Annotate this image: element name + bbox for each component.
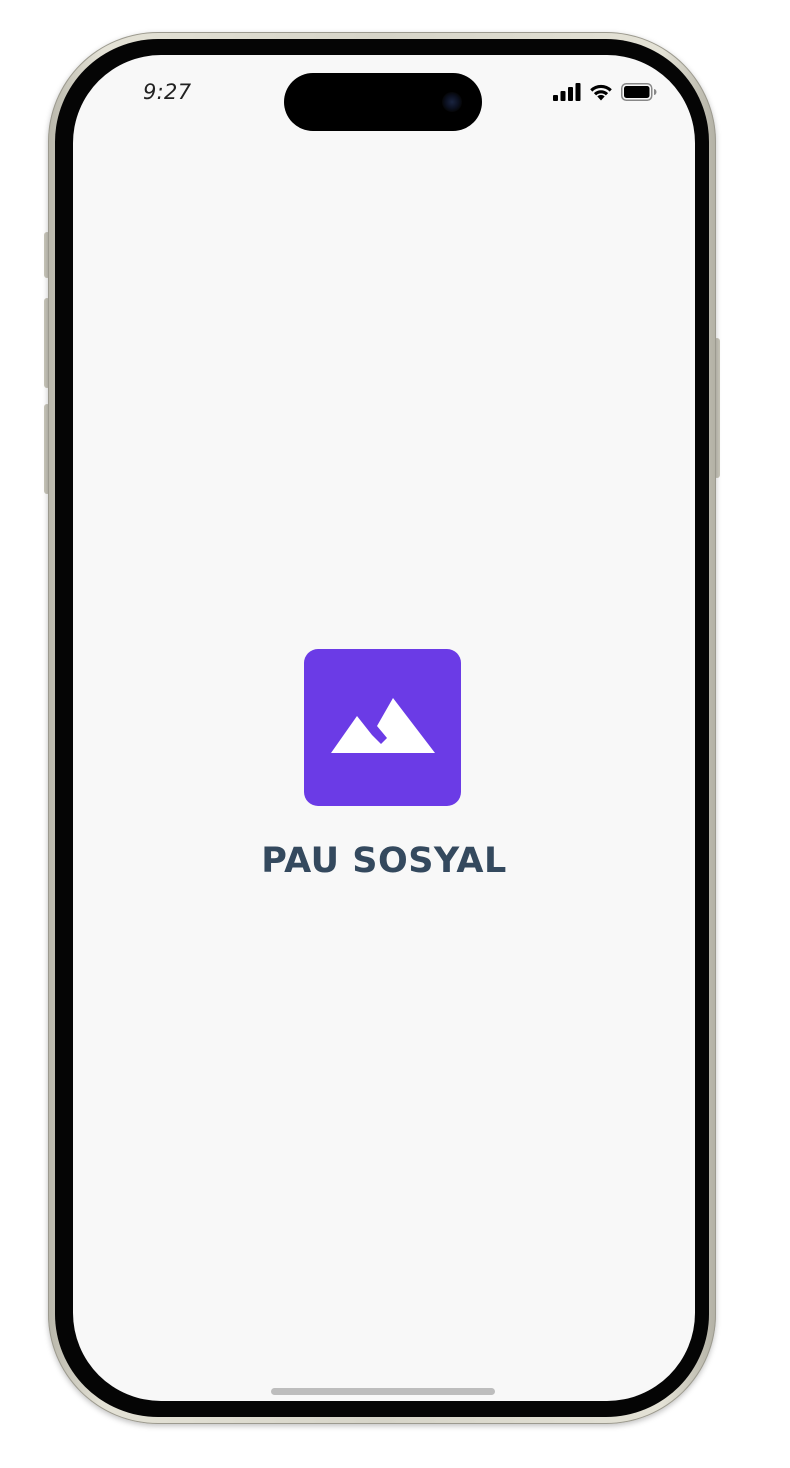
status-bar: 9:27 xyxy=(73,55,695,135)
status-time: 9:27 xyxy=(143,80,192,104)
dynamic-island xyxy=(284,73,482,131)
mountain-icon xyxy=(330,695,435,760)
front-camera xyxy=(442,92,462,112)
battery-icon xyxy=(621,83,657,101)
app-name-title: PAU SOSYAL xyxy=(261,841,507,881)
splash-screen: 9:27 PAU SOSYAL xyxy=(73,55,695,1401)
device-mockup: 9:27 PAU SOSYAL xyxy=(0,0,790,1468)
cellular-signal-icon xyxy=(553,83,581,101)
app-logo xyxy=(304,649,461,806)
status-icons xyxy=(553,81,657,103)
wifi-icon xyxy=(589,83,613,101)
home-indicator[interactable] xyxy=(271,1388,495,1395)
